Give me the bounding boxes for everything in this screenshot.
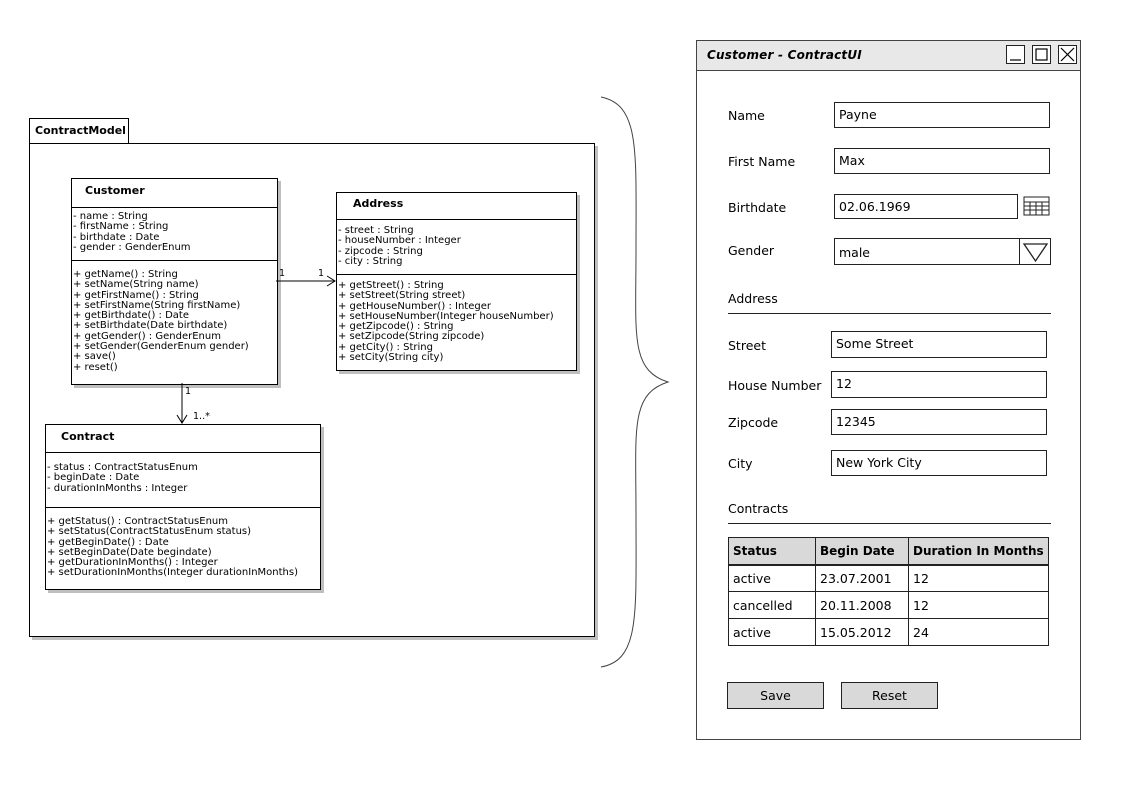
firstname-label: First Name <box>728 154 796 169</box>
zipcode-field[interactable]: 12345 <box>831 409 1047 435</box>
cell-duration: 12 <box>908 591 1049 619</box>
dropdown-button[interactable] <box>1019 238 1051 265</box>
multiplicity-customer-address-source: 1 <box>279 268 286 279</box>
birthdate-field[interactable]: 02.06.1969 <box>834 194 1018 219</box>
window-title: Customer - ContractUI <box>707 48 862 62</box>
maximize-icon[interactable] <box>1032 45 1051 64</box>
chevron-down-icon <box>1022 243 1049 263</box>
gender-label: Gender <box>728 243 775 258</box>
zipcode-label: Zipcode <box>728 415 779 430</box>
cell-begin-date: 20.11.2008 <box>815 591 909 619</box>
multiplicity-customer-contract-source: 1 <box>185 386 192 397</box>
multiplicity-customer-contract-target: 1..* <box>193 411 210 422</box>
close-icon[interactable] <box>1058 45 1077 64</box>
address-section-title: Address <box>728 291 778 306</box>
column-header-status[interactable]: Status <box>728 537 816 566</box>
firstname-field[interactable]: Max <box>834 148 1050 174</box>
gender-select-value: male <box>839 245 870 260</box>
cell-status: active <box>728 618 816 646</box>
housenumber-field[interactable]: 12 <box>831 371 1047 398</box>
save-button[interactable]: Save <box>727 682 824 709</box>
cell-duration: 12 <box>908 564 1049 592</box>
city-label: City <box>728 456 753 471</box>
column-header-begin-date[interactable]: Begin Date <box>815 537 909 566</box>
cell-begin-date: 23.07.2001 <box>815 564 909 592</box>
multiplicity-customer-address-target: 1 <box>318 268 325 279</box>
cell-status: active <box>728 564 816 592</box>
table-row[interactable]: active 15.05.2012 24 <box>728 618 1049 646</box>
table-header-row: Status Begin Date Duration In Months <box>728 537 1049 566</box>
street-label: Street <box>728 338 766 353</box>
name-field[interactable]: Payne <box>834 102 1050 128</box>
minimize-icon[interactable] <box>1006 45 1025 64</box>
name-label: Name <box>728 108 765 123</box>
address-divider <box>728 313 1051 314</box>
column-header-duration[interactable]: Duration In Months <box>908 537 1049 566</box>
calendar-icon[interactable] <box>1023 195 1051 218</box>
housenumber-label: House Number <box>728 378 822 393</box>
table-row[interactable]: active 23.07.2001 12 <box>728 564 1049 592</box>
reset-button[interactable]: Reset <box>841 682 938 709</box>
contracts-table: Status Begin Date Duration In Months act… <box>728 537 1049 646</box>
table-row[interactable]: cancelled 20.11.2008 12 <box>728 591 1049 619</box>
cell-status: cancelled <box>728 591 816 619</box>
window-titlebar[interactable]: Customer - ContractUI <box>697 41 1080 71</box>
customer-contract-window: Customer - ContractUI Name Payne First N… <box>696 40 1081 740</box>
city-field[interactable]: New York City <box>831 450 1047 476</box>
birthdate-label: Birthdate <box>728 200 787 215</box>
contracts-section-title: Contracts <box>728 501 789 516</box>
curly-brace <box>600 96 670 668</box>
street-field[interactable]: Some Street <box>831 331 1047 358</box>
cell-begin-date: 15.05.2012 <box>815 618 909 646</box>
contracts-divider <box>728 523 1051 524</box>
cell-duration: 24 <box>908 618 1049 646</box>
